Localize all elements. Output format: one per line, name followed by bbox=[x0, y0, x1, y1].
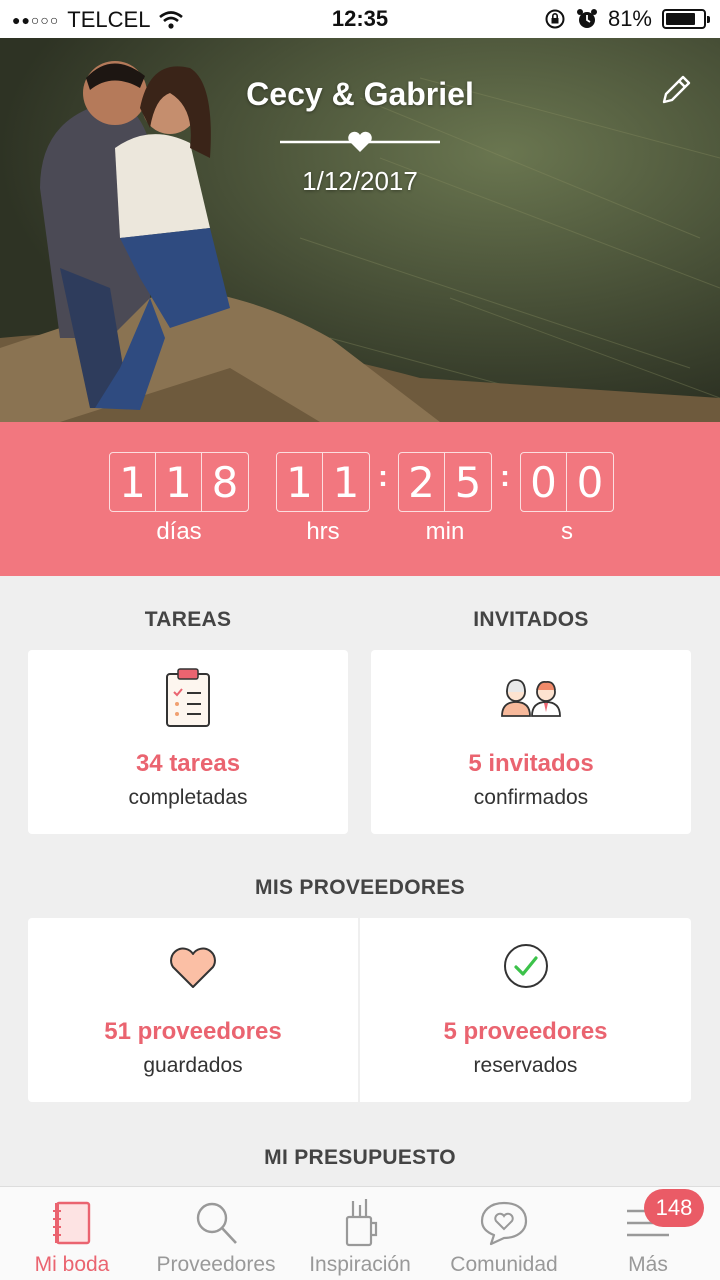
days-digit: 1 bbox=[110, 453, 156, 511]
battery-fill bbox=[666, 13, 695, 25]
minutes-digit: 5 bbox=[454, 457, 482, 507]
clipboard-checklist-icon bbox=[166, 668, 210, 727]
tasks-card[interactable]: 34 tareas completadas bbox=[28, 650, 348, 834]
minutes-digits: 2 5 bbox=[398, 452, 492, 512]
budget-title: MI PRESUPUESTO bbox=[264, 1146, 456, 1169]
tasks-status: completadas bbox=[128, 786, 248, 809]
couple-names: Cecy & Gabriel bbox=[246, 76, 474, 112]
time-separator: : bbox=[378, 460, 388, 493]
days-digit: 8 bbox=[211, 457, 239, 507]
guests-couple-icon bbox=[501, 679, 561, 717]
hours-digit: 1 bbox=[277, 453, 323, 511]
wedding-countdown: 1 1 8 1 1 : 2 5 : 0 0 días hrs min s bbox=[0, 422, 720, 576]
tab-mas[interactable]: 148 Más bbox=[576, 1187, 720, 1280]
rotation-lock-icon bbox=[545, 9, 565, 29]
booked-vendors-card[interactable]: 5 proveedores reservados bbox=[360, 918, 691, 1102]
tab-label: Comunidad bbox=[450, 1253, 558, 1276]
seconds-digits: 0 0 bbox=[520, 452, 614, 512]
invitados-title: INVITADOS bbox=[473, 608, 589, 631]
tab-inspiracion[interactable]: Inspiración bbox=[288, 1187, 432, 1280]
check-circle-icon bbox=[503, 944, 548, 988]
guests-count: 5 invitados bbox=[468, 750, 594, 777]
inspiration-icon bbox=[345, 1199, 378, 1247]
days-digits: 1 1 8 bbox=[109, 452, 249, 512]
days-digit: 1 bbox=[156, 453, 202, 511]
hours-digits: 1 1 bbox=[276, 452, 370, 512]
hours-digit: 1 bbox=[332, 457, 360, 507]
tab-mi-boda[interactable]: Mi boda bbox=[0, 1187, 144, 1280]
seconds-digit: 0 bbox=[576, 457, 604, 507]
couple-photo-header: Cecy & Gabriel 1/12/2017 bbox=[0, 38, 720, 422]
tab-label: Inspiración bbox=[309, 1253, 411, 1276]
booked-vendors-status: reservados bbox=[473, 1054, 578, 1077]
edit-pencil-icon[interactable] bbox=[658, 72, 694, 108]
tab-label: Más bbox=[628, 1253, 668, 1276]
battery-percent: 81% bbox=[607, 6, 652, 31]
saved-vendors-status: guardados bbox=[143, 1054, 243, 1077]
minutes-digit: 2 bbox=[399, 453, 445, 511]
alarm-icon bbox=[576, 9, 597, 28]
vendors-title: MIS PROVEEDORES bbox=[255, 876, 465, 899]
tab-proveedores[interactable]: Proveedores bbox=[144, 1187, 288, 1280]
status-right: 81% bbox=[544, 6, 710, 32]
bottom-tab-bar: Mi boda Proveedores Inspiración Comunida… bbox=[0, 1186, 720, 1280]
tareas-title: TAREAS bbox=[144, 608, 232, 631]
tab-comunidad[interactable]: Comunidad bbox=[432, 1187, 576, 1280]
tab-label: Proveedores bbox=[156, 1253, 276, 1276]
guests-status: confirmados bbox=[473, 786, 589, 809]
status-bar: ●●○○○ TELCEL 12:35 81% bbox=[0, 0, 720, 38]
heart-divider-icon bbox=[280, 131, 440, 152]
guests-card[interactable]: 5 invitados confirmados bbox=[371, 650, 691, 834]
heart-icon bbox=[170, 947, 216, 988]
hours-label: hrs bbox=[306, 518, 340, 545]
search-icon bbox=[196, 1202, 237, 1244]
saved-vendors-count: 51 proveedores bbox=[104, 1018, 282, 1045]
saved-vendors-card[interactable]: 51 proveedores guardados bbox=[28, 918, 358, 1102]
minutes-label: min bbox=[425, 518, 465, 545]
wedding-date: 1/12/2017 bbox=[302, 166, 418, 196]
time-separator: : bbox=[500, 460, 510, 493]
tab-label: Mi boda bbox=[34, 1253, 110, 1276]
seconds-label: s bbox=[561, 518, 573, 545]
booked-vendors-count: 5 proveedores bbox=[443, 1018, 608, 1045]
app-screen: ●●○○○ TELCEL 12:35 81% Cecy & Gabriel 1/… bbox=[0, 0, 720, 1280]
notification-badge: 148 bbox=[644, 1189, 704, 1227]
seconds-digit: 0 bbox=[521, 453, 567, 511]
notebook-icon bbox=[53, 1201, 91, 1245]
chat-heart-icon bbox=[480, 1201, 528, 1246]
battery-icon bbox=[662, 9, 710, 29]
tasks-count: 34 tareas bbox=[135, 750, 241, 777]
days-label: días bbox=[156, 518, 202, 545]
